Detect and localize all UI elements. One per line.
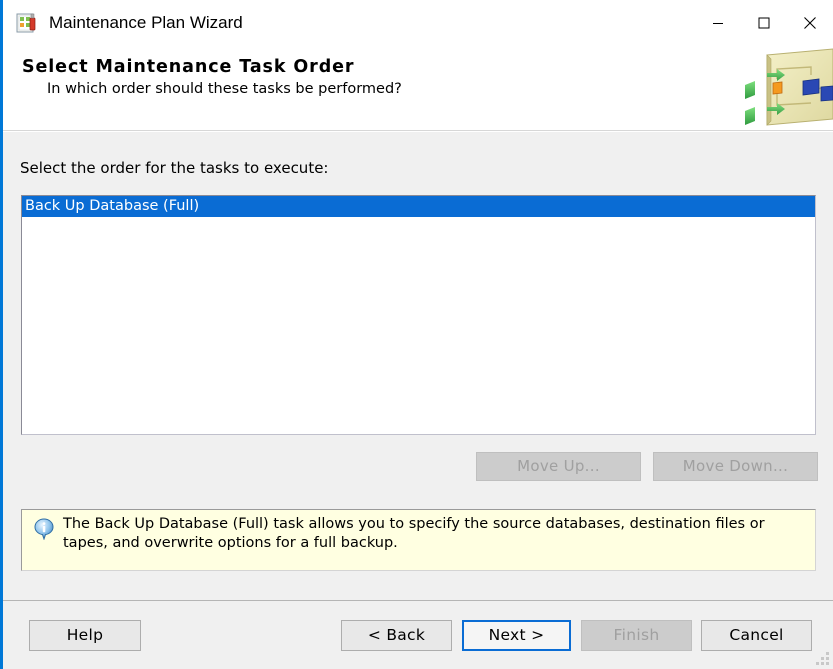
close-icon: [804, 16, 816, 29]
maximize-icon: [758, 17, 770, 28]
task-description-text: The Back Up Database (Full) task allows …: [63, 516, 765, 551]
instruction-label: Select the order for the tasks to execut…: [20, 159, 329, 177]
list-item-label: Back Up Database (Full): [25, 198, 200, 214]
maintenance-plan-icon: [16, 12, 38, 34]
title-bar: Maintenance Plan Wizard: [3, 0, 833, 45]
minimize-button[interactable]: [695, 0, 741, 45]
page-title: Select Maintenance Task Order: [22, 57, 355, 77]
page-subtitle: In which order should these tasks be per…: [47, 81, 402, 97]
back-button[interactable]: < Back: [341, 620, 452, 651]
cancel-button[interactable]: Cancel: [701, 620, 812, 651]
list-item[interactable]: Back Up Database (Full): [22, 196, 815, 217]
wizard-footer: Help < Back Next > Finish Cancel: [3, 601, 833, 669]
move-up-button[interactable]: Move Up...: [476, 452, 641, 481]
workflow-plan-graphic-icon: [741, 45, 833, 130]
task-description-panel: The Back Up Database (Full) task allows …: [21, 509, 816, 571]
task-order-listbox[interactable]: Back Up Database (Full): [21, 195, 816, 435]
window-controls: [695, 0, 833, 45]
window-title: Maintenance Plan Wizard: [49, 12, 243, 32]
help-button[interactable]: Help: [29, 620, 141, 651]
wizard-header: Select Maintenance Task Order In which o…: [3, 45, 833, 130]
resize-grip[interactable]: [816, 652, 829, 665]
maintenance-plan-wizard-window: Maintenance Plan Wizard Select Maintenan…: [0, 0, 833, 669]
finish-button[interactable]: Finish: [581, 620, 692, 651]
close-button[interactable]: [787, 0, 833, 45]
move-down-button[interactable]: Move Down...: [653, 452, 818, 481]
info-icon: [34, 518, 54, 541]
maximize-button[interactable]: [741, 0, 787, 45]
wizard-body: Select the order for the tasks to execut…: [3, 132, 833, 600]
next-button[interactable]: Next >: [462, 620, 571, 651]
minimize-icon: [713, 22, 723, 24]
